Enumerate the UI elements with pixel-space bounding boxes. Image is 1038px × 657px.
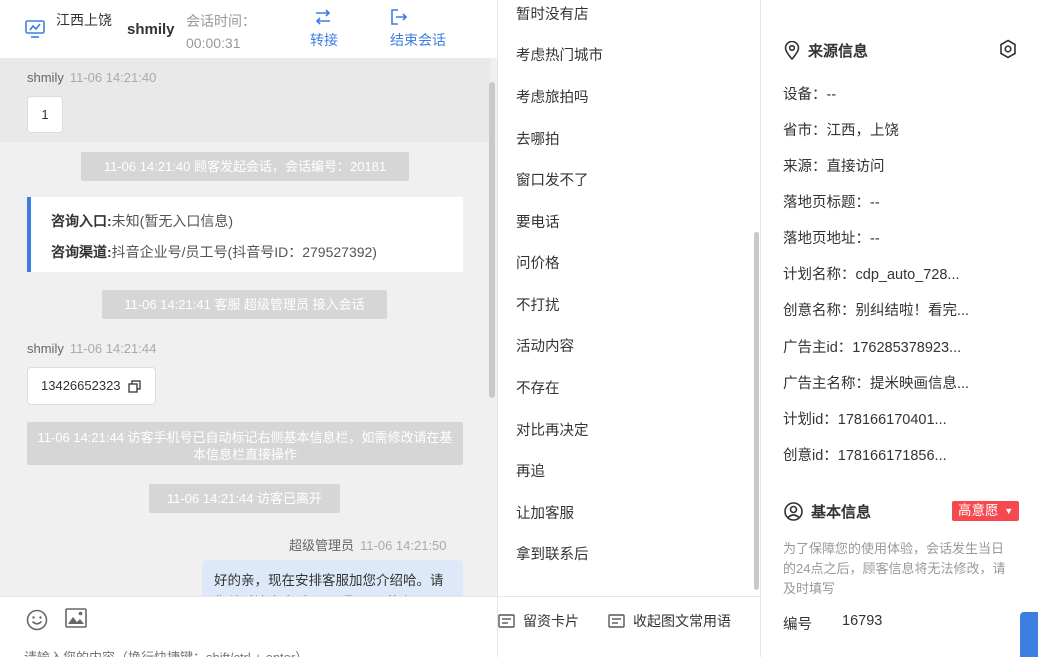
location-pin-icon [784,40,800,61]
quick-reply-item[interactable]: 窗口发不了 [516,169,589,190]
intent-level-select[interactable]: 高意愿 ▼ [952,501,1020,521]
message-time: 11-06 14:21:44 [69,341,157,356]
transfer-label: 转接 [310,32,338,48]
quick-replies-scrollbar[interactable] [754,232,759,590]
transfer-icon [315,9,331,25]
lead-card-button[interactable]: 留资卡片 [498,611,579,631]
consult-entry: 咨询入口:未知(暂无入口信息) [51,211,233,231]
transfer-button[interactable]: 转接 [310,8,338,50]
system-message: 11-06 14:21:44 访客手机号已自动标记右侧基本信息栏，如需修改请在基… [27,422,463,465]
message-time: 11-06 14:21:50 [360,538,447,553]
message-meta: shmily 11-06 14:21:44 [27,341,156,356]
caret-down-icon: ▼ [1004,506,1014,516]
chat-messages: shmily 11-06 14:21:40 1 11-06 14:21:40 顾客… [0,58,497,596]
basic-info-title: 基本信息 [784,501,871,522]
info-advertiser-id: 广告主id：176285378923... [783,340,962,356]
consult-channel: 咨询渠道:抖音企业号/员工号(抖音号ID：279527392) [51,242,377,262]
message-input[interactable] [24,647,484,657]
message-sender: shmily [27,341,64,356]
message-meta: 超级管理员 11-06 14:21:50 [289,535,447,554]
intent-level-value: 高意愿 [958,503,999,518]
message-sender: 超级管理员 [289,538,355,553]
end-session-button[interactable]: 结束会话 [390,8,446,50]
quick-reply-item[interactable]: 不存在 [516,377,560,398]
quick-reply-item[interactable]: 要电话 [516,211,560,232]
session-time-value: 00:00:31 [186,35,241,51]
lead-card-label: 留资卡片 [523,613,579,629]
logout-icon [391,9,408,25]
quick-reply-item[interactable]: 对比再决定 [516,419,589,440]
session-time-label: 会话时间： [186,13,256,29]
source-info-title: 来源信息 [784,40,868,61]
quick-reply-item[interactable]: 不打扰 [516,294,560,315]
quick-reply-item[interactable]: 考虑旅拍吗 [516,86,589,107]
info-creative-name: 创意名称：别纠结啦！看完... [783,303,970,319]
info-device: 设备：-- [783,87,837,103]
floating-action-button[interactable] [1020,612,1038,657]
info-creative-id: 创意id：178166171856... [783,448,947,464]
collapse-phrases-button[interactable]: 收起图文常用语 [608,611,731,631]
agent-message-bubble: 好的亲，现在安排客服加您介绍哈。请您稍后注意查看，下"通讯录"若点 [202,560,463,596]
info-panel: 来源信息 设备：-- 省市：江西，上饶 来源：直接访问 落地页标题：-- 落地页… [762,0,1038,657]
emoji-icon[interactable] [26,609,48,631]
info-province-city: 省市：江西，上饶 [783,123,899,139]
info-landing-url: 落地页地址：-- [783,231,880,247]
visitor-message-bubble: 1 [27,96,63,133]
info-landing-title: 落地页标题：-- [783,195,880,211]
info-id-label: 编号 [783,617,812,633]
quick-reply-item[interactable]: 考虑热门城市 [516,44,603,65]
collapse-phrases-label: 收起图文常用语 [633,613,731,629]
info-id-value: 16793 [842,613,883,629]
session-time: 会话时间： 00:00:31 [186,10,276,54]
quick-reply-item[interactable]: 让加客服 [516,502,574,523]
visitor-message-bubble: 13426652323 [27,367,156,405]
consult-channel-value: 抖音企业号/员工号(抖音号ID：279527392) [111,244,377,260]
quick-reply-item[interactable]: 再追 [516,460,545,481]
end-session-label: 结束会话 [390,32,446,48]
system-message: 11-06 14:21:41 客服 超级管理员 接入会话 [102,290,387,319]
image-icon[interactable] [65,608,87,628]
edit-deadline-note: 为了保障您的使用体验，会话发生当日的24点之后，顾客信息将无法修改，请及时填写 [783,541,1006,596]
basic-info-title-text: 基本信息 [811,504,872,521]
monitor-icon [25,20,45,38]
card-icon [498,614,515,628]
quick-reply-item[interactable]: 活动内容 [516,335,574,356]
chat-scrollbar[interactable] [489,82,495,398]
info-advertiser-name: 广告主名称：提米映画信息... [783,376,970,392]
quick-replies-panel: 暂时没有店 考虑热门城市 考虑旅拍吗 去哪拍 窗口发不了 要电话 问价格 不打扰… [497,0,761,657]
quick-reply-item[interactable]: 去哪拍 [516,128,560,149]
consult-channel-label: 咨询渠道: [51,244,112,260]
system-message: 11-06 14:21:44 访客已离开 [149,484,340,513]
quick-replies-footer: 留资卡片 收起图文常用语 [498,596,760,657]
phone-number-text: 13426652323 [41,378,121,393]
consult-entry-label: 咨询入口: [51,213,112,229]
visitor-location: 江西上饶 [56,12,112,28]
info-plan-id: 计划id：178166170401... [783,412,947,428]
user-icon [784,502,803,521]
system-message: 11-06 14:21:40 顾客发起会话，会话编号：20181 [81,152,409,181]
chat-panel: 江西上饶 shmily 会话时间： 00:00:31 转接 结束会话 shmil… [0,0,497,657]
copy-icon[interactable] [128,380,141,393]
consult-info-card: 咨询入口:未知(暂无入口信息) 咨询渠道:抖音企业号/员工号(抖音号ID：279… [27,197,463,272]
chat-header: 江西上饶 shmily 会话时间： 00:00:31 转接 结束会话 [0,0,497,58]
consult-entry-value: 未知(暂无入口信息) [111,213,233,229]
quick-reply-item[interactable]: 暂时没有店 [516,3,589,24]
message-meta: shmily 11-06 14:21:40 [27,70,156,85]
source-info-title-text: 来源信息 [808,43,869,60]
info-plan-name: 计划名称：cdp_auto_728... [783,267,960,283]
visitor-name: shmily [127,21,175,38]
quick-reply-item[interactable]: 问价格 [516,252,560,273]
chat-input-area [0,596,497,657]
info-source: 来源：直接访问 [783,159,885,175]
message-time: 11-06 14:21:40 [69,70,157,85]
phrases-icon [608,614,625,628]
message-sender: shmily [27,70,64,85]
quick-reply-item[interactable]: 拿到联系后 [516,543,589,564]
settings-icon[interactable] [999,39,1017,59]
